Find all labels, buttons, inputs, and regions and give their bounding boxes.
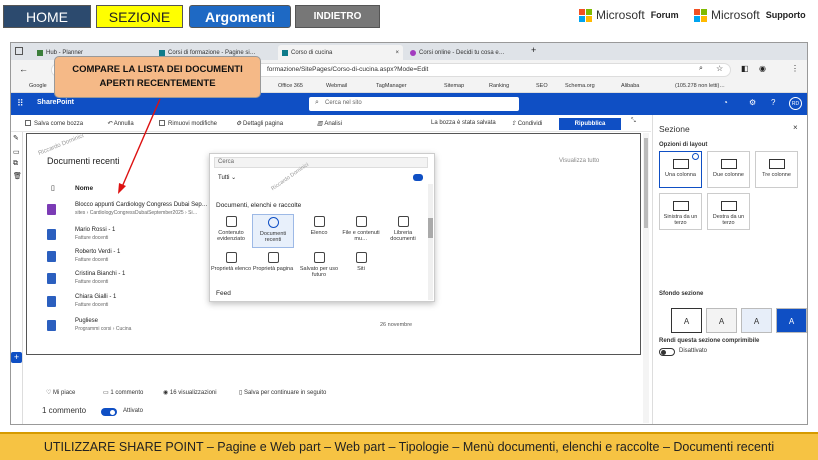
caption-banner: UTILIZZARE SHARE POINT – Pagine e Web pa… (0, 432, 818, 460)
annotation-arrow (118, 98, 161, 194)
